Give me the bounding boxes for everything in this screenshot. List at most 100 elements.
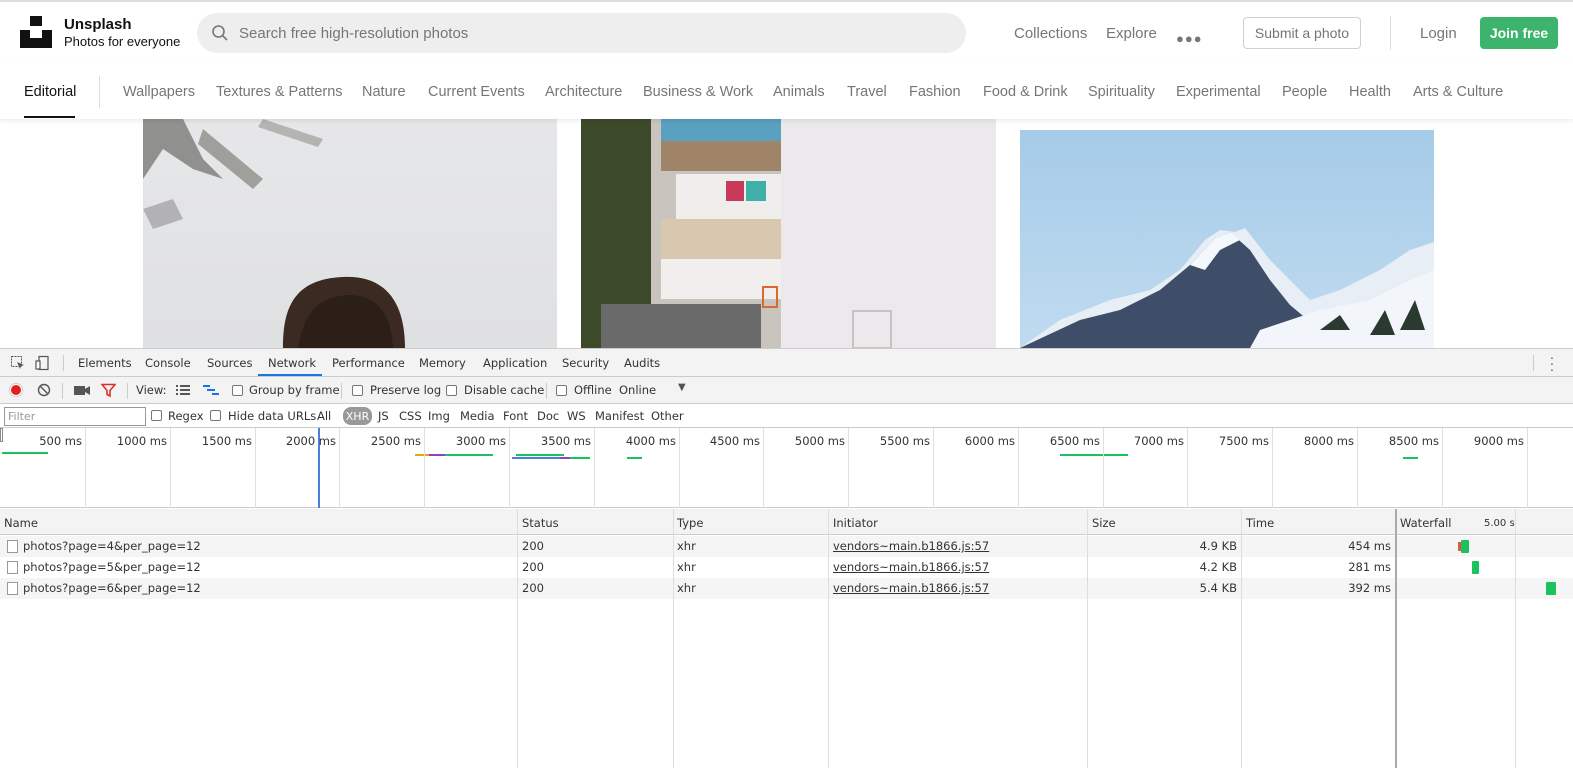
- photo-building[interactable]: [581, 119, 996, 348]
- filter-type-ws[interactable]: WS: [567, 409, 586, 423]
- topic-architecture[interactable]: Architecture: [545, 84, 622, 100]
- clear-icon[interactable]: [37, 383, 51, 397]
- tab-memory[interactable]: Memory: [419, 356, 466, 370]
- request-initiator-link[interactable]: vendors~main.b1866.js:57: [833, 560, 989, 574]
- overview-tick-label: 7000 ms: [1133, 434, 1184, 448]
- table-row[interactable]: photos?page=6&per_page=12 200 xhr vendor…: [0, 578, 1573, 599]
- nav-explore[interactable]: Explore: [1106, 25, 1157, 42]
- regex-checkbox[interactable]: [151, 410, 162, 421]
- device-toolbar-icon[interactable]: [35, 355, 51, 371]
- filter-type-manifest[interactable]: Manifest: [595, 409, 644, 423]
- group-by-frame-checkbox[interactable]: [232, 385, 243, 396]
- request-name[interactable]: photos?page=5&per_page=12: [23, 560, 201, 574]
- col-type[interactable]: Type: [677, 516, 703, 530]
- column-divider[interactable]: [673, 509, 674, 768]
- filter-input[interactable]: [4, 407, 146, 426]
- filter-type-xhr[interactable]: XHR: [343, 407, 372, 425]
- table-row[interactable]: photos?page=5&per_page=12 200 xhr vendor…: [0, 557, 1573, 578]
- regex-label: Regex: [168, 409, 204, 423]
- photo-woman[interactable]: [143, 119, 557, 348]
- tab-network[interactable]: Network: [268, 356, 316, 370]
- topic-arts-culture[interactable]: Arts & Culture: [1413, 84, 1503, 100]
- tab-performance[interactable]: Performance: [332, 356, 405, 370]
- network-overview[interactable]: 500 ms 1000 ms 1500 ms 2000 ms 2500 ms 3000 m…: [0, 428, 1573, 508]
- filter-type-media[interactable]: Media: [460, 409, 495, 423]
- tab-application[interactable]: Application: [483, 356, 547, 370]
- brand[interactable]: Unsplash Photos for everyone: [64, 16, 180, 50]
- topic-animals[interactable]: Animals: [773, 84, 825, 100]
- filter-type-doc[interactable]: Doc: [537, 409, 559, 423]
- col-status[interactable]: Status: [522, 516, 559, 530]
- throttling-select[interactable]: Online: [619, 383, 656, 397]
- brand-tagline: Photos for everyone: [64, 34, 181, 49]
- col-size[interactable]: Size: [1092, 516, 1116, 530]
- waterfall-divider[interactable]: [1395, 509, 1397, 768]
- request-initiator-link[interactable]: vendors~main.b1866.js:57: [833, 539, 989, 553]
- filter-type-img[interactable]: Img: [428, 409, 450, 423]
- site-header: Unsplash Photos for everyone Collections…: [0, 2, 1573, 64]
- waterfall-gridline: [1515, 509, 1516, 768]
- large-rows-icon[interactable]: [176, 384, 190, 396]
- filter-type-css[interactable]: CSS: [399, 409, 422, 423]
- request-time: 454 ms: [1348, 539, 1391, 553]
- nav-collections[interactable]: Collections: [1014, 25, 1087, 42]
- col-waterfall[interactable]: Waterfall: [1400, 516, 1451, 530]
- column-divider[interactable]: [1241, 509, 1242, 768]
- tab-security[interactable]: Security: [562, 356, 609, 370]
- col-time[interactable]: Time: [1246, 516, 1274, 530]
- request-name[interactable]: photos?page=6&per_page=12: [23, 581, 201, 595]
- filter-type-all[interactable]: All: [317, 409, 331, 423]
- topic-spirituality[interactable]: Spirituality: [1088, 84, 1155, 100]
- column-divider[interactable]: [1087, 509, 1088, 768]
- filter-type-font[interactable]: Font: [503, 409, 528, 423]
- offline-checkbox[interactable]: [556, 385, 567, 396]
- overview-tick-label: 5500 ms: [879, 434, 930, 448]
- topic-food-drink[interactable]: Food & Drink: [983, 84, 1068, 100]
- column-divider[interactable]: [828, 509, 829, 768]
- screenshot-camera-icon[interactable]: [74, 385, 90, 396]
- search-input[interactable]: [239, 13, 939, 53]
- topic-editorial[interactable]: Editorial: [24, 84, 76, 100]
- topic-people[interactable]: People: [1282, 84, 1327, 100]
- tab-sources[interactable]: Sources: [207, 356, 253, 370]
- more-options-icon[interactable]: ●●●: [1176, 31, 1203, 46]
- topic-wallpapers[interactable]: Wallpapers: [123, 84, 195, 100]
- col-initiator[interactable]: Initiator: [833, 516, 878, 530]
- inspect-element-icon[interactable]: [10, 355, 26, 371]
- tab-audits[interactable]: Audits: [624, 356, 660, 370]
- column-divider[interactable]: [517, 509, 518, 768]
- topic-fashion[interactable]: Fashion: [909, 84, 961, 100]
- topic-current-events[interactable]: Current Events: [428, 84, 525, 100]
- throttling-dropdown-icon[interactable]: ▼: [678, 382, 686, 393]
- submit-photo-button[interactable]: Submit a photo: [1243, 17, 1361, 49]
- request-name[interactable]: photos?page=4&per_page=12: [23, 539, 201, 553]
- record-icon[interactable]: [9, 383, 23, 397]
- col-name[interactable]: Name: [4, 516, 38, 530]
- show-overview-icon[interactable]: [203, 384, 219, 396]
- filter-type-js[interactable]: JS: [378, 409, 389, 423]
- topic-textures-patterns[interactable]: Textures & Patterns: [216, 84, 343, 100]
- join-free-button[interactable]: Join free: [1480, 17, 1558, 49]
- disable-cache-checkbox[interactable]: [446, 385, 457, 396]
- topic-experimental[interactable]: Experimental: [1176, 84, 1261, 100]
- table-row[interactable]: photos?page=4&per_page=12 200 xhr vendor…: [0, 536, 1573, 557]
- photo-mountain[interactable]: [1020, 130, 1434, 348]
- search-bar[interactable]: [197, 13, 966, 53]
- devtools-menu-icon[interactable]: · · ·: [1549, 350, 1555, 376]
- topic-travel[interactable]: Travel: [847, 84, 887, 100]
- filter-icon[interactable]: [101, 383, 116, 398]
- unsplash-logo-icon[interactable]: [20, 16, 52, 48]
- overview-tick-label: 4500 ms: [709, 434, 760, 448]
- preserve-log-checkbox[interactable]: [352, 385, 363, 396]
- request-initiator-link[interactable]: vendors~main.b1866.js:57: [833, 581, 989, 595]
- request-status: 200: [522, 560, 544, 574]
- topic-business-work[interactable]: Business & Work: [643, 84, 753, 100]
- filter-type-other[interactable]: Other: [651, 409, 684, 423]
- topic-nature[interactable]: Nature: [362, 84, 406, 100]
- overview-gridline: [339, 428, 340, 508]
- tab-elements[interactable]: Elements: [78, 356, 132, 370]
- topic-health[interactable]: Health: [1349, 84, 1391, 100]
- hide-data-urls-checkbox[interactable]: [210, 410, 221, 421]
- login-link[interactable]: Login: [1420, 25, 1457, 42]
- tab-console[interactable]: Console: [145, 356, 191, 370]
